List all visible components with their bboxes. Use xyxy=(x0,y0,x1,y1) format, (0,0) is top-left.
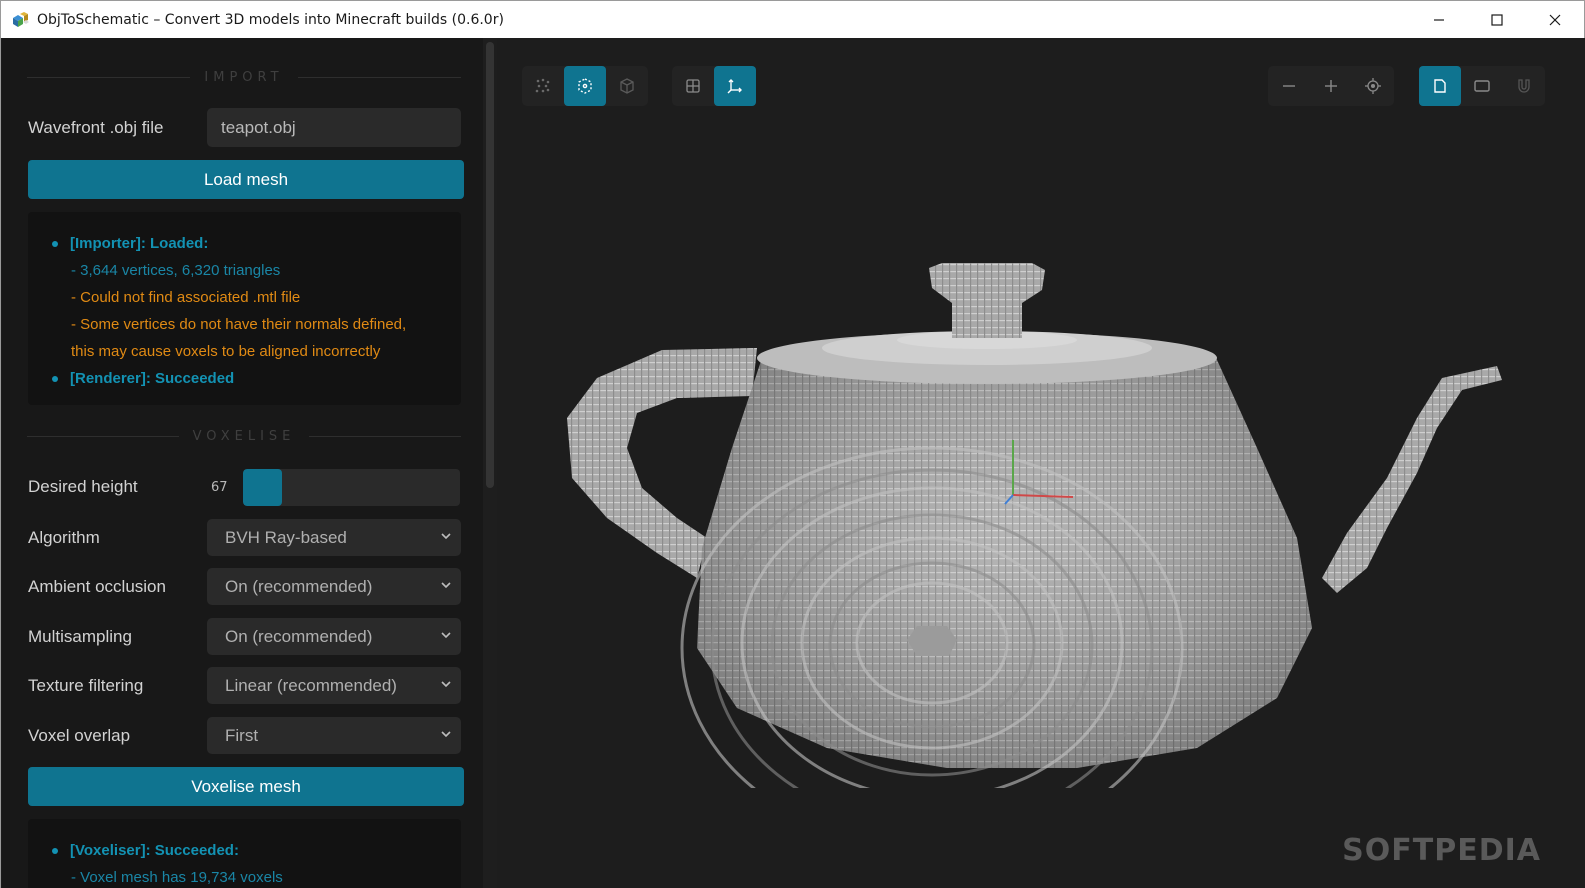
perspective-camera-button[interactable] xyxy=(1419,66,1461,106)
zoom-in-button[interactable] xyxy=(1310,66,1352,106)
orthographic-icon xyxy=(1474,80,1490,92)
reset-camera-button[interactable] xyxy=(1352,66,1394,106)
multisampling-selected: On (recommended) xyxy=(225,626,373,646)
plus-icon xyxy=(1325,80,1337,92)
import-log: [Importer]: Loaded: - 3,644 vertices, 6,… xyxy=(28,212,461,405)
magnet-icon xyxy=(1518,79,1530,93)
importer-log-warning: - Could not find associated .mtl file xyxy=(71,289,301,306)
voxel-cube-icon xyxy=(578,78,592,94)
cube-icon xyxy=(620,78,634,94)
importer-log-info: - 3,644 vertices, 6,320 triangles xyxy=(71,262,281,279)
scrollbar-thumb[interactable] xyxy=(486,42,494,488)
orthographic-camera-button[interactable] xyxy=(1461,66,1503,106)
chevron-down-icon xyxy=(441,632,451,639)
scatter-points-icon xyxy=(535,78,550,93)
voxel-teapot-model xyxy=(567,263,1502,788)
section-import-heading: IMPORT xyxy=(27,67,461,87)
maximize-icon xyxy=(1491,14,1503,26)
multisampling-select[interactable]: On (recommended) xyxy=(207,618,461,655)
ambient-occlusion-select[interactable]: On (recommended) xyxy=(207,568,461,605)
grid-icon xyxy=(686,79,700,93)
desired-height-slider[interactable] xyxy=(243,469,460,506)
chevron-down-icon xyxy=(441,533,451,540)
voxel-overlap-label: Voxel overlap xyxy=(28,726,131,745)
block-view-button[interactable] xyxy=(606,66,648,106)
axes-icon xyxy=(727,79,742,94)
chevron-down-icon xyxy=(441,681,451,688)
texture-filtering-selected: Linear (recommended) xyxy=(225,675,397,695)
voxel-overlap-selected: First xyxy=(225,725,259,745)
ambient-occlusion-label: Ambient occlusion xyxy=(28,577,166,596)
voxel-view-button[interactable] xyxy=(564,66,606,106)
voxeliser-log-heading: [Voxeliser]: Succeeded: xyxy=(52,837,461,864)
axes-toggle-button[interactable] xyxy=(714,66,756,106)
minus-icon xyxy=(1283,85,1295,87)
chevron-down-icon xyxy=(441,731,451,738)
camera-snap-button[interactable] xyxy=(1503,66,1545,106)
mesh-view-button[interactable] xyxy=(522,66,564,106)
ambient-occlusion-selected: On (recommended) xyxy=(225,576,373,596)
perspective-icon xyxy=(1434,79,1446,93)
zoom-toolbar xyxy=(1268,66,1394,106)
voxelise-mesh-button[interactable]: Voxelise mesh xyxy=(28,767,464,806)
slider-fill[interactable] xyxy=(243,469,283,506)
minimize-icon xyxy=(1434,19,1444,21)
crosshair-icon xyxy=(1365,78,1381,94)
grid-toggle-button[interactable] xyxy=(672,66,714,106)
desired-height-label: Desired height xyxy=(28,477,138,496)
minimize-button[interactable] xyxy=(1410,1,1468,39)
importer-log-heading: [Importer]: Loaded: xyxy=(52,230,461,257)
maximize-button[interactable] xyxy=(1468,1,1526,39)
app-logo-icon xyxy=(11,10,31,30)
section-voxelise-heading: VOXELISE xyxy=(27,426,462,446)
chevron-down-icon xyxy=(441,582,451,589)
multisampling-label: Multisampling xyxy=(28,627,132,646)
softpedia-watermark: SOFTPEDIA xyxy=(1342,833,1541,868)
render-mode-toolbar xyxy=(522,66,648,106)
properties-sidebar: IMPORT Wavefront .obj file teapot.obj Lo… xyxy=(2,38,483,888)
algorithm-selected: BVH Ray-based xyxy=(225,527,347,547)
camera-toolbar xyxy=(1419,66,1545,106)
title-bar: ObjToSchematic – Convert 3D models into … xyxy=(0,0,1585,38)
window-title: ObjToSchematic – Convert 3D models into … xyxy=(37,11,504,28)
app-frame: IMPORT Wavefront .obj file teapot.obj Lo… xyxy=(0,38,1585,888)
algorithm-label: Algorithm xyxy=(28,528,100,547)
renderer-log-heading: [Renderer]: Succeeded xyxy=(52,365,461,392)
sidebar-scrollbar[interactable] xyxy=(483,38,497,888)
display-toolbar xyxy=(672,66,756,106)
close-button[interactable] xyxy=(1526,1,1584,39)
importer-log-warning: - Some vertices do not have their normal… xyxy=(71,316,407,333)
texture-filtering-select[interactable]: Linear (recommended) xyxy=(207,667,461,704)
load-mesh-button[interactable]: Load mesh xyxy=(28,160,464,199)
voxelise-log: [Voxeliser]: Succeeded: - Voxel mesh has… xyxy=(28,819,461,888)
importer-log-warning: this may cause voxels to be aligned inco… xyxy=(71,343,381,360)
desired-height-value: 67 xyxy=(211,480,228,495)
algorithm-select[interactable]: BVH Ray-based xyxy=(207,519,461,556)
obj-file-input[interactable]: teapot.obj xyxy=(207,108,461,147)
close-icon xyxy=(1549,14,1561,26)
texture-filtering-label: Texture filtering xyxy=(28,676,144,695)
3d-viewport[interactable]: SOFTPEDIA xyxy=(497,38,1585,888)
zoom-out-button[interactable] xyxy=(1268,66,1310,106)
voxeliser-log-info: - Voxel mesh has 19,734 voxels xyxy=(71,869,283,886)
voxel-overlap-select[interactable]: First xyxy=(207,717,461,754)
wavefront-file-label: Wavefront .obj file xyxy=(28,118,164,137)
